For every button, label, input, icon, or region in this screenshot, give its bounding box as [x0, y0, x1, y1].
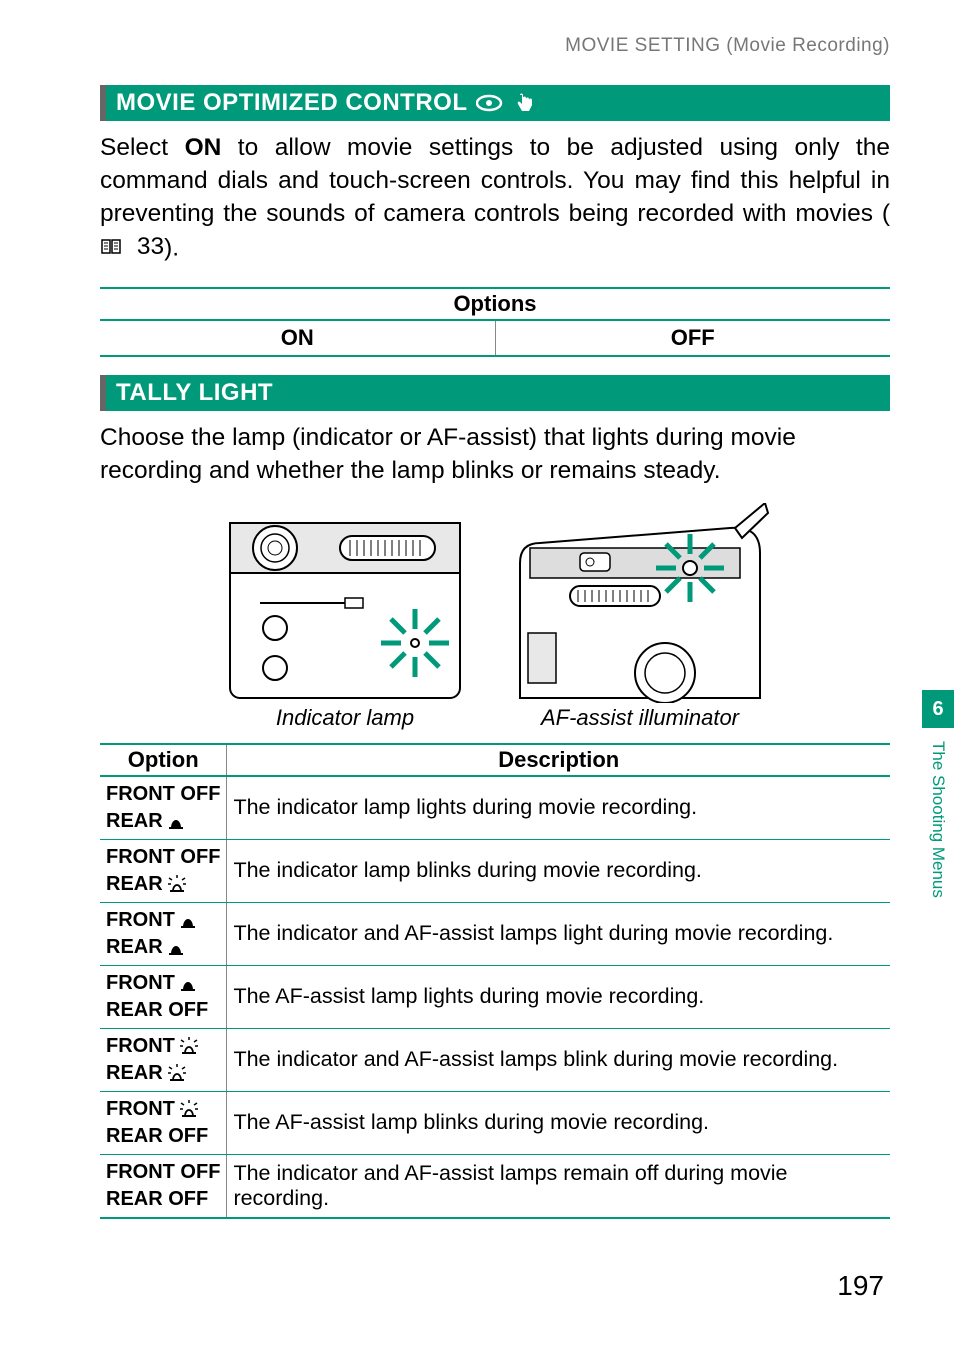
option-cell: FRONTREAR: [100, 1028, 227, 1091]
lamp-steady-icon: [167, 812, 185, 830]
description-cell: The AF-assist lamp lights during movie r…: [227, 965, 890, 1028]
figure-caption: Indicator lamp: [220, 705, 470, 731]
description-cell: The indicator lamp lights during movie r…: [227, 776, 890, 840]
book-icon: [100, 238, 122, 256]
options-table: Options ON OFF: [100, 287, 890, 357]
rear-label: REAR: [106, 808, 163, 835]
body-tail: ).: [164, 235, 179, 262]
page-reference: 33: [100, 230, 164, 263]
camera-front-illustration: [510, 503, 770, 703]
figure-indicator-lamp: Indicator lamp: [220, 503, 470, 731]
col-description: Description: [227, 744, 890, 776]
front-label: FRONT: [106, 1096, 175, 1123]
lamp-blink-icon: [179, 1037, 199, 1055]
body-pre: Select: [100, 134, 185, 161]
page-number: 197: [837, 1270, 884, 1302]
section-header-movie-optimized-control: MOVIE OPTIMIZED CONTROL: [100, 85, 890, 121]
camera-rear-illustration: [220, 503, 470, 703]
description-cell: The indicator lamp blinks during movie r…: [227, 839, 890, 902]
chapter-label: The Shooting Menus: [922, 735, 954, 995]
rear-label: REAR: [106, 934, 163, 961]
lamp-steady-icon: [167, 938, 185, 956]
option-cell: FRONTREAR OFF: [100, 965, 227, 1028]
options-header: Options: [100, 288, 890, 320]
lamp-steady-icon: [179, 974, 197, 992]
option-cell: FRONT OFFREAR: [100, 776, 227, 840]
lamp-blink-icon: [167, 875, 187, 893]
option-cell: FRONTREAR OFF: [100, 1091, 227, 1154]
table-row: FRONTREAR OFFThe AF-assist lamp blinks d…: [100, 1091, 890, 1154]
page-reference-number: 33: [137, 230, 164, 263]
section2-body: Choose the lamp (indicator or AF-assist)…: [100, 421, 890, 487]
rear-label: REAR: [106, 871, 163, 898]
front-label: FRONT: [106, 907, 175, 934]
rear-label: REAR OFF: [106, 1186, 208, 1213]
option-cell: FRONT OFFREAR OFF: [100, 1154, 227, 1218]
figure-row: Indicator lamp: [100, 503, 890, 731]
description-cell: The AF-assist lamp blinks during movie r…: [227, 1091, 890, 1154]
breadcrumb: MOVIE SETTING (Movie Recording): [100, 35, 890, 57]
tally-light-table: Option Description FRONT OFFREARThe indi…: [100, 743, 890, 1219]
chapter-tab: 6: [922, 690, 954, 728]
table-row: FRONT OFFREAR OFFThe indicator and AF-as…: [100, 1154, 890, 1218]
section-title: MOVIE OPTIMIZED CONTROL: [116, 89, 468, 117]
description-cell: The indicator and AF-assist lamps remain…: [227, 1154, 890, 1218]
front-label: FRONT OFF: [106, 1159, 220, 1186]
table-row: FRONTREARThe indicator and AF-assist lam…: [100, 902, 890, 965]
section-header-tally-light: TALLY LIGHT: [100, 375, 890, 411]
touch-icon: [514, 92, 534, 114]
front-label: FRONT: [106, 1033, 175, 1060]
lamp-blink-icon: [167, 1064, 187, 1082]
front-label: FRONT OFF: [106, 844, 220, 871]
lamp-steady-icon: [179, 911, 197, 929]
front-label: FRONT OFF: [106, 781, 220, 808]
front-label: FRONT: [106, 970, 175, 997]
description-cell: The indicator and AF-assist lamps light …: [227, 902, 890, 965]
lamp-blink-icon: [179, 1100, 199, 1118]
description-cell: The indicator and AF-assist lamps blink …: [227, 1028, 890, 1091]
figure-caption: AF-assist illuminator: [510, 705, 770, 731]
option-on: ON: [100, 320, 495, 356]
section-title: TALLY LIGHT: [116, 379, 273, 407]
option-off: OFF: [495, 320, 890, 356]
eye-icon: [476, 93, 506, 113]
table-row: FRONT OFFREARThe indicator lamp blinks d…: [100, 839, 890, 902]
col-option: Option: [100, 744, 227, 776]
option-cell: FRONT OFFREAR: [100, 839, 227, 902]
table-row: FRONTREARThe indicator and AF-assist lam…: [100, 1028, 890, 1091]
rear-label: REAR OFF: [106, 997, 208, 1024]
table-row: FRONT OFFREARThe indicator lamp lights d…: [100, 776, 890, 840]
figure-af-assist: AF-assist illuminator: [510, 503, 770, 731]
section1-body: Select ON to allow movie settings to be …: [100, 131, 890, 265]
table-row: FRONTREAR OFFThe AF-assist lamp lights d…: [100, 965, 890, 1028]
option-cell: FRONTREAR: [100, 902, 227, 965]
body-bold: ON: [185, 134, 222, 161]
rear-label: REAR: [106, 1060, 163, 1087]
rear-label: REAR OFF: [106, 1123, 208, 1150]
